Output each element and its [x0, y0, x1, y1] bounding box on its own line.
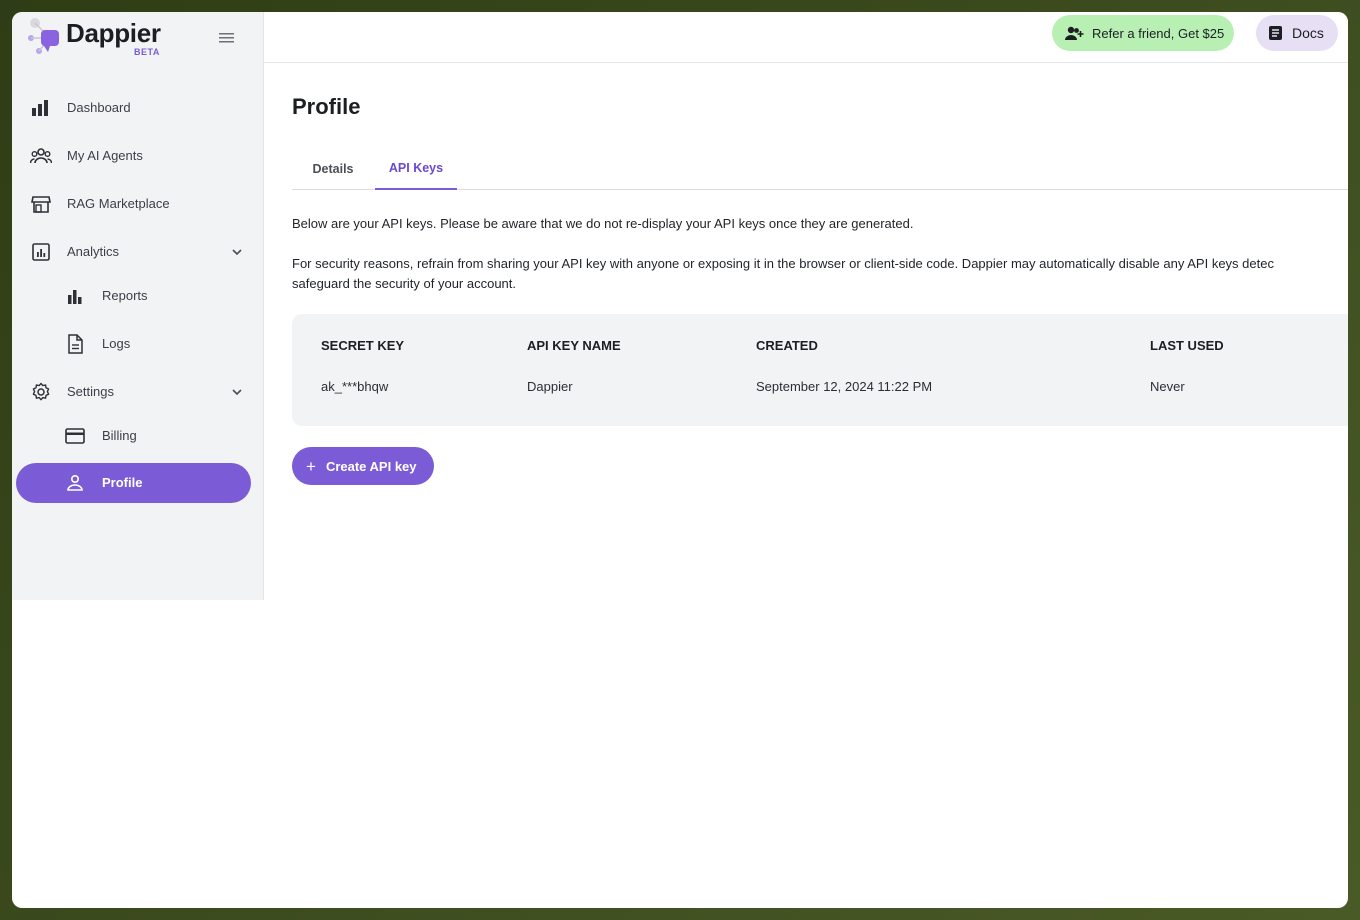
sidebar-item-label: Reports [102, 288, 148, 303]
last-used-value: Never [1150, 379, 1185, 394]
chevron-down-icon [232, 389, 242, 396]
app-name: Dappier [66, 18, 161, 48]
sidebar-item-billing[interactable]: Billing [16, 416, 251, 456]
sidebar-item-settings[interactable]: Settings [16, 372, 251, 412]
chevron-down-icon [232, 249, 242, 256]
reports-chart-icon [68, 290, 82, 304]
sidebar-item-label: RAG Marketplace [67, 196, 170, 211]
logo[interactable]: Dappier BETA [26, 16, 176, 60]
api-keys-table: SECRET KEY API KEY NAME CREATED LAST USE… [292, 314, 1348, 426]
sidebar-item-dashboard[interactable]: Dashboard [16, 88, 251, 128]
refer-friend-label: Refer a friend, Get $25 [1092, 25, 1225, 41]
security-notice-line-2: safeguard the security of your account. [292, 276, 517, 291]
analytics-icon [32, 243, 50, 261]
sidebar-item-label: My AI Agents [67, 148, 143, 163]
sidebar-item-label: Profile [102, 475, 143, 490]
gear-icon [32, 382, 50, 401]
docs-icon [1269, 26, 1282, 40]
sidebar-item-analytics[interactable]: Analytics [16, 232, 251, 272]
hamburger-icon [218, 33, 234, 43]
profile-tabs: Details API Keys [292, 148, 1348, 190]
secret-key-value: ak_***bhqw [321, 379, 389, 394]
api-keys-notice: Below are your API keys. Please be aware… [292, 216, 914, 231]
docs-label: Docs [1292, 25, 1324, 41]
create-api-key-button[interactable]: + Create API key [292, 447, 434, 485]
agents-group-icon [30, 148, 52, 164]
column-header-api-key-name: API KEY NAME [527, 338, 621, 353]
plus-icon: + [306, 456, 316, 476]
column-header-last-used: LAST USED [1150, 338, 1224, 353]
add-user-icon [1065, 26, 1084, 40]
credit-card-icon [65, 428, 85, 444]
tab-api-keys[interactable]: API Keys [375, 148, 457, 190]
column-header-created: CREATED [756, 338, 818, 353]
menu-toggle-button[interactable] [216, 28, 236, 48]
api-key-name-value: Dappier [527, 379, 573, 394]
sidebar-item-label: Analytics [67, 244, 120, 259]
sidebar-item-profile[interactable]: Profile [16, 463, 251, 503]
page-title: Profile [292, 94, 361, 119]
docs-button[interactable]: Docs [1256, 15, 1338, 51]
sidebar-item-label: Dashboard [67, 100, 131, 115]
sidebar-item-label: Settings [67, 384, 114, 399]
sidebar-item-rag-marketplace[interactable]: RAG Marketplace [16, 184, 251, 224]
create-api-key-label: Create API key [325, 458, 417, 474]
bar-chart-icon [32, 100, 48, 116]
app-window: Dappier BETA Dashboard My AI Agents RAG … [12, 12, 1348, 908]
sidebar-item-reports[interactable]: Reports [16, 276, 251, 316]
person-icon [67, 474, 83, 491]
sidebar-item-label: Logs [102, 336, 131, 351]
security-notice-line-1: For security reasons, refrain from shari… [292, 256, 1274, 271]
document-icon [68, 334, 83, 354]
storefront-icon [31, 196, 51, 213]
dappier-logo-icon [28, 18, 59, 54]
sidebar-item-my-ai-agents[interactable]: My AI Agents [16, 136, 251, 176]
sidebar-item-label: Billing [102, 428, 137, 443]
sidebar-item-logs[interactable]: Logs [16, 324, 251, 364]
tab-details[interactable]: Details [292, 148, 374, 190]
beta-badge: BETA [134, 47, 160, 57]
refer-friend-button[interactable]: Refer a friend, Get $25 [1052, 15, 1234, 51]
column-header-secret-key: SECRET KEY [321, 338, 405, 353]
created-value: September 12, 2024 11:22 PM [756, 379, 933, 394]
sidebar: Dappier BETA Dashboard My AI Agents RAG … [12, 12, 264, 600]
